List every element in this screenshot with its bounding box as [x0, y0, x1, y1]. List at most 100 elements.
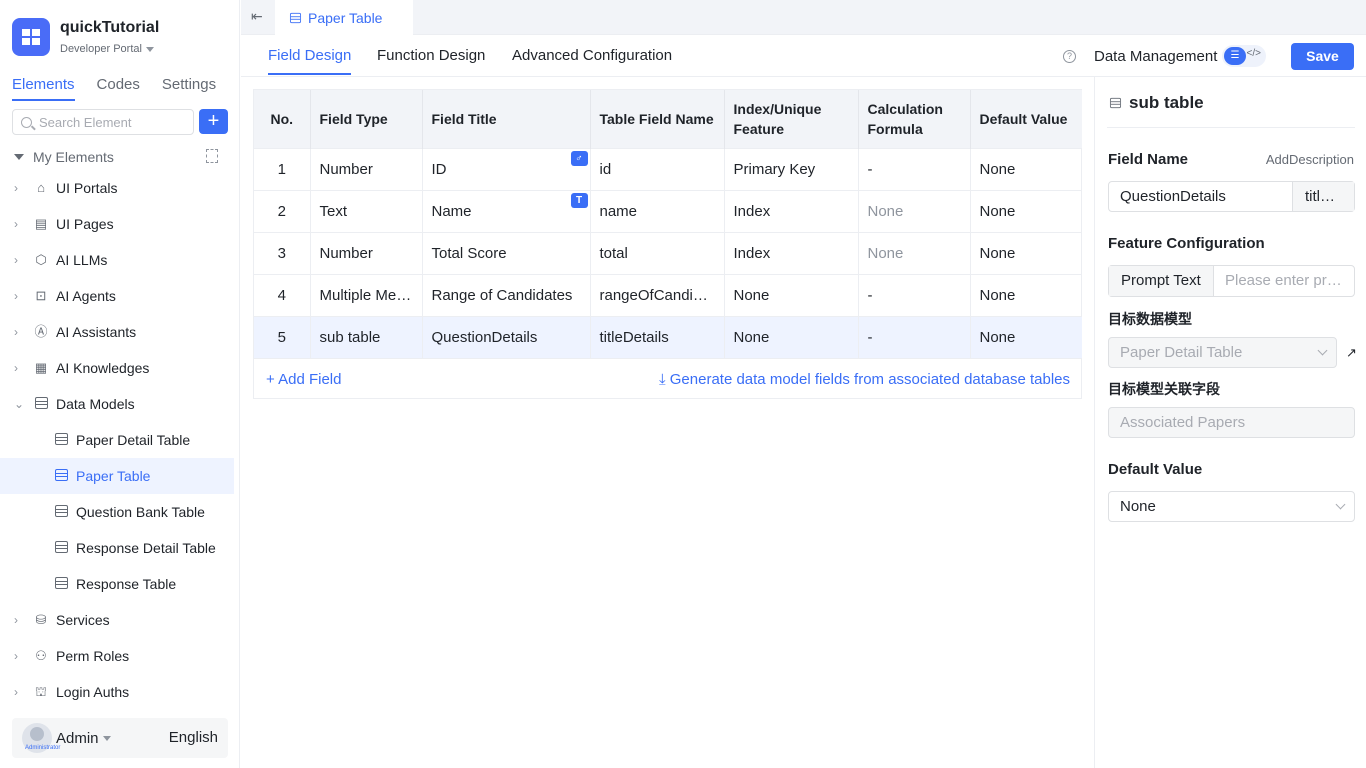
- sidebar-item-data-model[interactable]: Paper Detail Table: [0, 422, 234, 458]
- cell-field-type[interactable]: Number: [310, 147, 423, 190]
- sidebar-item-ai-agents[interactable]: › ⊡ AI Agents: [0, 278, 234, 314]
- save-button[interactable]: Save: [1291, 43, 1354, 70]
- chevron-right-icon[interactable]: ›: [14, 649, 28, 663]
- auth-icon: ⛫: [35, 684, 47, 699]
- table-row[interactable]: 3 Number Total Score total Index None No…: [254, 231, 1082, 274]
- add-field-button[interactable]: + Add Field: [266, 371, 341, 388]
- cell-default-value[interactable]: None: [970, 273, 1082, 316]
- cell-no: 1: [254, 147, 311, 190]
- cell-field-type[interactable]: sub table: [310, 315, 423, 358]
- collapse-sidebar-icon[interactable]: ⇤: [251, 8, 263, 25]
- table-row[interactable]: 2 Text Name T name Index None None: [254, 189, 1082, 232]
- tab-elements[interactable]: Elements: [12, 76, 75, 101]
- user-name[interactable]: Admin: [56, 730, 99, 747]
- cell-calculation-formula[interactable]: None: [858, 189, 971, 232]
- sidebar-item-ai-knowledges[interactable]: › ▦ AI Knowledges: [0, 350, 234, 386]
- open-link-icon[interactable]: ↗: [1346, 345, 1357, 361]
- cell-table-field-name[interactable]: name: [590, 189, 725, 232]
- cell-field-type[interactable]: Text: [310, 189, 423, 232]
- brand[interactable]: quickTutorial Developer Portal: [12, 18, 159, 56]
- cell-field-title[interactable]: Range of Candidates: [422, 273, 591, 316]
- sidebar-item-perm-roles[interactable]: › ⚇ Perm Roles: [0, 638, 234, 674]
- help-icon[interactable]: ?: [1063, 50, 1076, 63]
- tab-paper-table[interactable]: Paper Table: [275, 0, 413, 35]
- cell-field-type[interactable]: Number: [310, 231, 423, 274]
- add-description-link[interactable]: AddDescription: [1266, 152, 1354, 167]
- sidebar-item-data-model[interactable]: Response Table: [0, 566, 234, 602]
- cell-field-title[interactable]: ID ♂: [422, 147, 591, 190]
- cell-index-feature[interactable]: None: [724, 315, 859, 358]
- cell-default-value[interactable]: None: [970, 189, 1082, 232]
- cell-calculation-formula[interactable]: -: [858, 147, 971, 190]
- sidebar-item-ai-llms[interactable]: › ⬡ AI LLMs: [0, 242, 234, 278]
- code-view-icon[interactable]: </>: [1247, 48, 1261, 59]
- prompt-text-placeholder[interactable]: Please enter pr…: [1214, 266, 1354, 296]
- settings-view-icon[interactable]: ☰: [1224, 47, 1246, 65]
- sidebar-item-services[interactable]: › ⛁ Services: [0, 602, 234, 638]
- tab-settings[interactable]: Settings: [162, 76, 216, 101]
- sidebar-item-ai-assistants[interactable]: › Ⓐ AI Assistants: [0, 314, 234, 350]
- tab-field-design[interactable]: Field Design: [268, 47, 352, 75]
- portal-selector[interactable]: Developer Portal: [60, 43, 159, 55]
- sidebar-item-ui-portals[interactable]: › ⌂ UI Portals: [0, 170, 234, 206]
- cell-default-value[interactable]: None: [970, 315, 1082, 358]
- chevron-right-icon[interactable]: ›: [14, 289, 28, 303]
- cell-index-feature[interactable]: None: [724, 273, 859, 316]
- cell-calculation-formula[interactable]: -: [858, 315, 971, 358]
- sidebar-item-data-models[interactable]: ⌄ Data Models: [0, 386, 234, 422]
- column-header: Default Value: [970, 90, 1082, 148]
- cell-index-feature[interactable]: Index: [724, 231, 859, 274]
- sidebar-item-label: Login Auths: [56, 684, 130, 700]
- tab-codes[interactable]: Codes: [97, 76, 140, 101]
- cell-table-field-name[interactable]: id: [590, 147, 725, 190]
- caret-down-icon[interactable]: [102, 735, 111, 741]
- view-toggle[interactable]: ☰ </>: [1222, 45, 1266, 67]
- cell-calculation-formula[interactable]: None: [858, 231, 971, 274]
- cell-table-field-name[interactable]: titleDetails: [590, 315, 725, 358]
- table-row[interactable]: 4 Multiple Me… Range of Candidates range…: [254, 273, 1082, 316]
- sidebar-item-data-model[interactable]: Paper Table: [0, 458, 234, 494]
- table-row[interactable]: 5 sub table QuestionDetails titleDetails…: [254, 315, 1082, 358]
- chevron-right-icon[interactable]: ›: [14, 217, 28, 231]
- chevron-down-icon[interactable]: ⌄: [14, 397, 28, 411]
- chevron-right-icon[interactable]: ›: [14, 181, 28, 195]
- sidebar-item-login-auths[interactable]: › ⛫ Login Auths: [0, 674, 234, 710]
- cell-field-title[interactable]: QuestionDetails: [422, 315, 591, 358]
- prompt-text-input[interactable]: Prompt Text Please enter pr…: [1108, 265, 1355, 297]
- sidebar-item-label: UI Portals: [56, 180, 118, 196]
- field-name-input[interactable]: QuestionDetails titl…: [1108, 181, 1355, 212]
- table-row[interactable]: 1 Number ID ♂ id Primary Key - None: [254, 147, 1082, 190]
- search-input[interactable]: Search Element: [12, 109, 194, 135]
- language-selector[interactable]: English: [169, 729, 218, 746]
- chevron-right-icon[interactable]: ›: [14, 613, 28, 627]
- tab-function-design[interactable]: Function Design: [377, 47, 485, 64]
- cell-field-title[interactable]: Total Score: [422, 231, 591, 274]
- sidebar-item-label: AI LLMs: [56, 252, 108, 268]
- sidebar-item-data-model[interactable]: Response Detail Table: [0, 530, 234, 566]
- cell-index-feature[interactable]: Primary Key: [724, 147, 859, 190]
- add-element-button[interactable]: +: [199, 109, 228, 134]
- sidebar-item-label: Services: [56, 612, 110, 628]
- sidebar-item-ui-pages[interactable]: › ▤ UI Pages: [0, 206, 234, 242]
- cell-default-value[interactable]: None: [970, 147, 1082, 190]
- generate-fields-link[interactable]: ⤓ Generate data model fields from associ…: [659, 371, 1070, 388]
- my-elements-header[interactable]: My Elements: [14, 147, 224, 167]
- cell-calculation-formula[interactable]: -: [858, 273, 971, 316]
- cell-index-feature[interactable]: Index: [724, 189, 859, 232]
- chevron-right-icon[interactable]: ›: [14, 253, 28, 267]
- cell-table-field-name[interactable]: rangeOfCandid…: [590, 273, 725, 316]
- table-field-name-input[interactable]: titl…: [1292, 182, 1354, 211]
- cell-table-field-name[interactable]: total: [590, 231, 725, 274]
- sidebar-item-data-model[interactable]: Question Bank Table: [0, 494, 234, 530]
- cell-field-type[interactable]: Multiple Me…: [310, 273, 423, 316]
- tab-advanced-configuration[interactable]: Advanced Configuration: [512, 47, 672, 64]
- cell-field-title[interactable]: Name T: [422, 189, 591, 232]
- cell-default-value[interactable]: None: [970, 231, 1082, 274]
- chevron-right-icon[interactable]: ›: [14, 361, 28, 375]
- sort-icon[interactable]: [206, 149, 218, 163]
- chevron-right-icon[interactable]: ›: [14, 685, 28, 699]
- cell-no: 4: [254, 273, 311, 316]
- document-tabs-bar: ⇤ Paper Table: [241, 0, 1366, 35]
- chevron-right-icon[interactable]: ›: [14, 325, 28, 339]
- default-value-select[interactable]: None: [1108, 491, 1355, 522]
